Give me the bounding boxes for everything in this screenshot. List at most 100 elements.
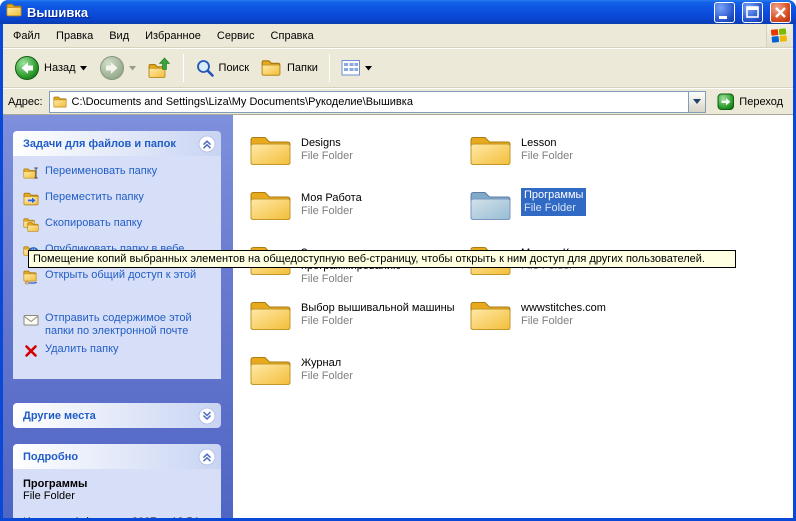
- other-places-title: Другие места: [23, 410, 198, 422]
- toolbar-separator: [183, 54, 184, 82]
- window-title: Вышивка: [27, 5, 707, 20]
- task-share-folder[interactable]: Открыть общий доступ к этой: [23, 269, 217, 290]
- folder-icon[interactable]: [249, 188, 293, 227]
- tasks-pane-header[interactable]: Задачи для файлов и папок: [13, 131, 221, 156]
- folder-type: File Folder: [521, 150, 573, 163]
- folder-type: File Folder: [524, 202, 583, 215]
- task-delete-folder[interactable]: Удалить папку: [23, 343, 217, 364]
- chevron-up-icon[interactable]: [198, 135, 216, 153]
- folder-tile-moya-rabota[interactable]: Моя РаботаFile Folder: [249, 188, 461, 243]
- folder-type: File Folder: [301, 315, 455, 328]
- search-label: Поиск: [219, 62, 249, 74]
- folder-type: File Folder: [301, 150, 353, 163]
- folder-name: Программы: [524, 189, 583, 202]
- minimize-icon: [715, 3, 734, 22]
- folder-icon[interactable]: [249, 298, 293, 337]
- minimize-button[interactable]: [714, 2, 735, 23]
- tooltip: Помещение копий выбранных элементов на о…: [28, 250, 736, 268]
- address-folder-icon: [53, 94, 68, 109]
- tasks-pane-title: Задачи для файлов и папок: [23, 138, 198, 150]
- task-label: Переименовать папку: [45, 165, 157, 178]
- forward-dropdown-icon: [129, 66, 136, 71]
- window-folder-icon: [6, 2, 22, 23]
- folder-type: File Folder: [521, 315, 606, 328]
- views-icon: [341, 59, 361, 77]
- folder-tile-lesson[interactable]: LessonFile Folder: [469, 133, 681, 188]
- search-button[interactable]: Поиск: [190, 55, 254, 81]
- task-label: Скопировать папку: [45, 217, 142, 230]
- search-icon: [195, 58, 215, 78]
- details-modified: Изменен: 1 февраля 2007 г., 13:54: [23, 516, 217, 518]
- title-bar[interactable]: Вышивка: [0, 0, 796, 24]
- task-copy-folder[interactable]: Скопировать папку: [23, 217, 217, 238]
- folder-name: Журнал: [301, 357, 353, 370]
- up-button[interactable]: [143, 53, 177, 83]
- details-folder-type: File Folder: [23, 490, 217, 502]
- task-move-folder[interactable]: Переместить папку: [23, 191, 217, 212]
- close-button[interactable]: [770, 2, 791, 23]
- toolbar-separator: [329, 54, 330, 82]
- folder-tile-vybor-mashiny[interactable]: Выбор вышивальной машиныFile Folder: [249, 298, 461, 353]
- details-pane-header[interactable]: Подробно: [13, 444, 221, 469]
- folder-type: File Folder: [301, 205, 362, 218]
- folder-tile-zhurnal[interactable]: ЖурналFile Folder: [249, 353, 461, 408]
- folder-icon[interactable]: [249, 353, 293, 392]
- views-button[interactable]: [336, 56, 377, 80]
- menu-item-help[interactable]: Справка: [263, 26, 322, 46]
- folder-tile-wwwstitches[interactable]: wwwstitches.comFile Folder: [469, 298, 681, 353]
- folder-name: Моя Работа: [301, 192, 362, 205]
- menu-item-favorites[interactable]: Избранное: [137, 26, 209, 46]
- views-dropdown-icon: [365, 66, 372, 71]
- task-label: Переместить папку: [45, 191, 144, 204]
- toolbar: Назад Поиск Папки: [3, 48, 793, 88]
- back-label: Назад: [44, 62, 76, 74]
- menu-item-tools[interactable]: Сервис: [209, 26, 263, 46]
- go-button[interactable]: Переход: [712, 91, 788, 113]
- chevron-down-icon: [693, 99, 701, 104]
- menu-item-file[interactable]: Файл: [5, 26, 48, 46]
- task-email-folder[interactable]: Отправить содержимое этой папки по элект…: [23, 312, 217, 338]
- task-rename-folder[interactable]: Переименовать папку: [23, 165, 217, 186]
- file-list-area[interactable]: DesignsFile Folder LessonFile Folder Моя…: [233, 115, 793, 518]
- folder-name: Lesson: [521, 137, 573, 150]
- folder-name: wwwstitches.com: [521, 302, 606, 315]
- rename-icon: [23, 165, 39, 186]
- folder-tile-designs[interactable]: DesignsFile Folder: [249, 133, 461, 188]
- address-dropdown-button[interactable]: [688, 92, 705, 112]
- delete-x-icon: [23, 343, 39, 364]
- other-places-pane: Другие места: [13, 403, 221, 428]
- address-path: C:\Documents and Settings\Liza\My Docume…: [72, 96, 413, 108]
- move-icon: [23, 191, 39, 212]
- other-places-header[interactable]: Другие места: [13, 403, 221, 428]
- details-pane-title: Подробно: [23, 451, 198, 463]
- folder-name: Выбор вышивальной машины: [301, 302, 455, 315]
- folder-name: Designs: [301, 137, 353, 150]
- details-folder-name: Программы: [23, 478, 217, 490]
- chevron-down-icon[interactable]: [198, 407, 216, 425]
- forward-icon: [99, 55, 125, 81]
- address-label: Адрес:: [8, 96, 43, 108]
- maximize-button[interactable]: [742, 2, 763, 23]
- folder-icon[interactable]: [469, 133, 513, 172]
- address-input[interactable]: C:\Documents and Settings\Liza\My Docume…: [49, 91, 707, 113]
- forward-button[interactable]: [94, 52, 141, 84]
- back-button[interactable]: Назад: [9, 52, 92, 84]
- folder-icon[interactable]: [469, 298, 513, 337]
- maximize-icon: [743, 3, 762, 22]
- windows-logo-icon: [766, 24, 791, 47]
- close-icon: [771, 3, 790, 22]
- address-bar: Адрес: C:\Documents and Settings\Liza\My…: [3, 88, 793, 115]
- folders-icon: [261, 58, 283, 78]
- folder-tile-programmy-selected[interactable]: ПрограммыFile Folder: [469, 188, 681, 243]
- share-icon: [23, 269, 39, 290]
- menu-item-view[interactable]: Вид: [101, 26, 137, 46]
- chevron-up-icon[interactable]: [198, 448, 216, 466]
- task-label: Открыть общий доступ к этой: [45, 269, 196, 282]
- folders-button[interactable]: Папки: [256, 55, 323, 81]
- menu-bar: Файл Правка Вид Избранное Сервис Справка: [3, 24, 793, 48]
- folder-icon[interactable]: [249, 133, 293, 172]
- folder-type: File Folder: [301, 273, 461, 286]
- menu-item-edit[interactable]: Правка: [48, 26, 101, 46]
- folders-label: Папки: [287, 62, 318, 74]
- folder-icon[interactable]: [469, 188, 513, 227]
